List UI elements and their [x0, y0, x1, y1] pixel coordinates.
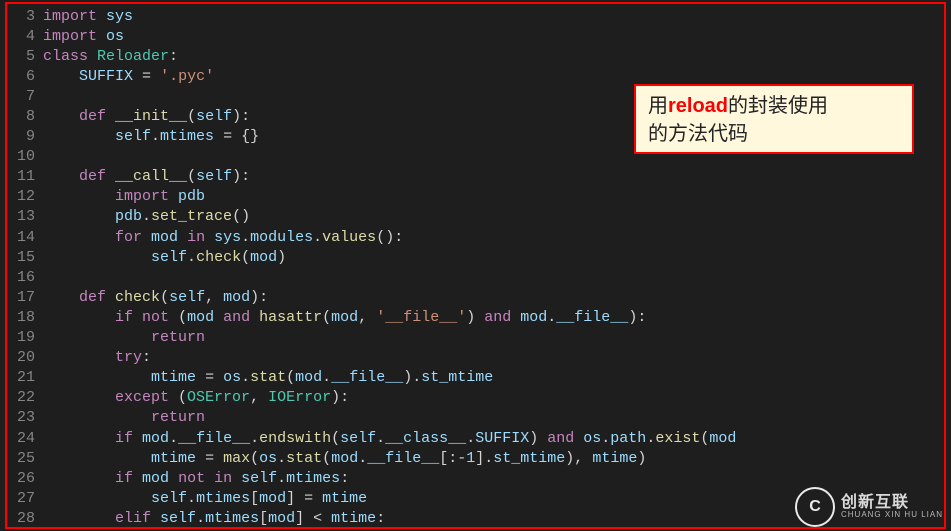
brand-text: 创新互联 CHUANG XIN HU LIAN [841, 494, 943, 520]
line-number: 25 [7, 450, 43, 467]
code-text[interactable]: mtime = max(os.stat(mod.__file__[:-1].st… [43, 450, 646, 467]
code-line[interactable]: 5class Reloader: [7, 46, 944, 66]
code-line[interactable]: 15 self.check(mod) [7, 247, 944, 267]
line-number: 8 [7, 108, 43, 125]
brand-en: CHUANG XIN HU LIAN [841, 511, 943, 520]
code-line[interactable]: 4import os [7, 26, 944, 46]
code-line[interactable]: 21 mtime = os.stat(mod.__file__).st_mtim… [7, 368, 944, 388]
code-text[interactable]: def check(self, mod): [43, 289, 268, 306]
line-number: 18 [7, 309, 43, 326]
code-line[interactable]: 11 def __call__(self): [7, 167, 944, 187]
watermark: C 创新互联 CHUANG XIN HU LIAN [795, 487, 943, 527]
line-number: 5 [7, 48, 43, 65]
line-number: 28 [7, 510, 43, 527]
code-text[interactable]: try: [43, 349, 151, 366]
annotation-suffix1: 的封装使用 [728, 95, 828, 117]
code-text[interactable]: import pdb [43, 188, 205, 205]
line-number: 14 [7, 229, 43, 246]
annotation-highlight: reload [668, 95, 728, 117]
line-number: 7 [7, 88, 43, 105]
code-line[interactable]: 22 except (OSError, IOError): [7, 388, 944, 408]
code-text[interactable]: if mod not in self.mtimes: [43, 470, 349, 487]
code-text[interactable]: if mod.__file__.endswith(self.__class__.… [43, 430, 736, 447]
line-number: 23 [7, 409, 43, 426]
line-number: 22 [7, 389, 43, 406]
line-number: 21 [7, 369, 43, 386]
line-number: 11 [7, 168, 43, 185]
code-text[interactable]: class Reloader: [43, 48, 178, 65]
code-text[interactable]: if not (mod and hasattr(mod, '__file__')… [43, 309, 646, 326]
code-text[interactable]: self.check(mod) [43, 249, 286, 266]
line-number: 10 [7, 148, 43, 165]
brand-logo-icon: C [795, 487, 835, 527]
code-text[interactable]: import os [43, 28, 124, 45]
annotation-line2: 的方法代码 [648, 123, 748, 145]
line-number: 15 [7, 249, 43, 266]
code-line[interactable]: 13 pdb.set_trace() [7, 207, 944, 227]
code-line[interactable]: 16 [7, 267, 944, 287]
line-number: 9 [7, 128, 43, 145]
code-line[interactable]: 26 if mod not in self.mtimes: [7, 468, 944, 488]
annotation-callout: 用reload的封装使用 的方法代码 [634, 84, 914, 154]
code-text[interactable]: except (OSError, IOError): [43, 389, 349, 406]
code-text[interactable]: mtime = os.stat(mod.__file__).st_mtime [43, 369, 493, 386]
code-line[interactable]: 17 def check(self, mod): [7, 287, 944, 307]
line-number: 20 [7, 349, 43, 366]
code-text[interactable]: for mod in sys.modules.values(): [43, 229, 403, 246]
code-line[interactable]: 25 mtime = max(os.stat(mod.__file__[:-1]… [7, 448, 944, 468]
line-number: 17 [7, 289, 43, 306]
code-text[interactable]: def __init__(self): [43, 108, 250, 125]
code-area[interactable]: 3import sys4import os5class Reloader:6 S… [7, 4, 944, 528]
code-text[interactable]: pdb.set_trace() [43, 208, 250, 225]
line-number: 3 [7, 8, 43, 25]
code-line[interactable]: 20 try: [7, 348, 944, 368]
code-text[interactable]: return [43, 409, 205, 426]
code-text[interactable]: self.mtimes = {} [43, 128, 259, 145]
code-line[interactable]: 19 return [7, 328, 944, 348]
code-text[interactable]: def __call__(self): [43, 168, 250, 185]
line-number: 12 [7, 188, 43, 205]
annotation-prefix: 用 [648, 95, 668, 117]
code-text[interactable]: elif self.mtimes[mod] < mtime: [43, 510, 385, 527]
line-number: 27 [7, 490, 43, 507]
line-number: 19 [7, 329, 43, 346]
line-number: 13 [7, 208, 43, 225]
editor-frame: 3import sys4import os5class Reloader:6 S… [5, 2, 946, 529]
line-number: 24 [7, 430, 43, 447]
code-line[interactable]: 23 return [7, 408, 944, 428]
code-line[interactable]: 18 if not (mod and hasattr(mod, '__file_… [7, 307, 944, 327]
code-line[interactable]: 3import sys [7, 6, 944, 26]
brand-cn: 创新互联 [841, 494, 943, 512]
line-number: 6 [7, 68, 43, 85]
code-line[interactable]: 12 import pdb [7, 187, 944, 207]
line-number: 4 [7, 28, 43, 45]
line-number: 26 [7, 470, 43, 487]
line-number: 16 [7, 269, 43, 286]
code-line[interactable]: 14 for mod in sys.modules.values(): [7, 227, 944, 247]
code-text[interactable]: self.mtimes[mod] = mtime [43, 490, 367, 507]
code-text[interactable]: SUFFIX = '.pyc' [43, 68, 214, 85]
code-line[interactable]: 24 if mod.__file__.endswith(self.__class… [7, 428, 944, 448]
code-text[interactable]: return [43, 329, 205, 346]
annotation-line1: 用reload的封装使用 [648, 95, 828, 117]
logo-letter: C [809, 498, 821, 516]
code-text[interactable]: import sys [43, 8, 133, 25]
